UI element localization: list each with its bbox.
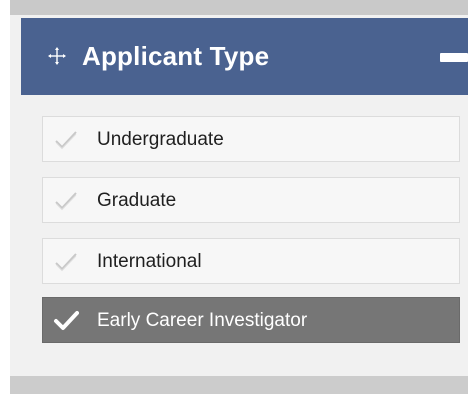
applicant-type-panel: Applicant Type Undergraduate Graduate In… — [10, 0, 468, 394]
move-icon[interactable] — [47, 46, 67, 66]
list-item-undergraduate[interactable]: Undergraduate — [42, 116, 460, 162]
list-item-graduate[interactable]: Graduate — [42, 177, 460, 223]
panel-title: Applicant Type — [82, 41, 270, 71]
check-icon — [55, 192, 77, 211]
top-divider — [10, 0, 468, 15]
check-icon — [54, 311, 79, 330]
list-item-label: Early Career Investigator — [97, 310, 308, 331]
collapse-icon[interactable] — [440, 53, 468, 62]
list-item-label: International — [97, 251, 202, 272]
list-item-label: Undergraduate — [97, 129, 224, 150]
check-icon — [55, 253, 77, 272]
panel-header[interactable]: Applicant Type — [21, 18, 468, 95]
list-item-label: Graduate — [97, 190, 177, 211]
list-item-early-career-investigator[interactable]: Early Career Investigator — [42, 297, 460, 343]
list-item-international[interactable]: International — [42, 238, 460, 284]
check-icon — [55, 131, 77, 150]
bottom-divider — [10, 376, 468, 394]
